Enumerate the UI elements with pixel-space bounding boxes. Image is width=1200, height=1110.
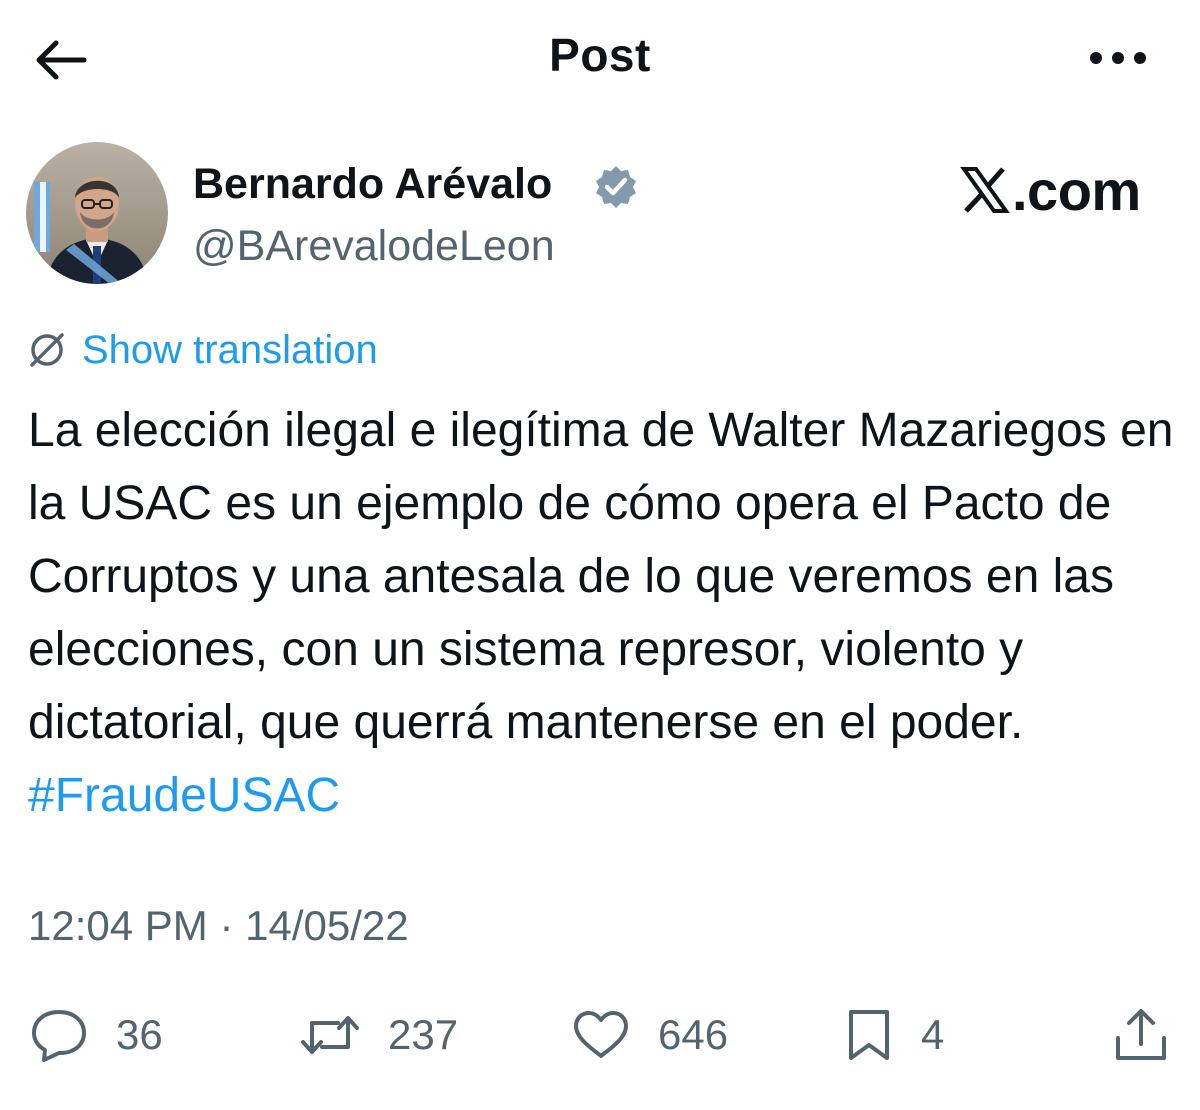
avatar-photo xyxy=(26,142,168,284)
show-translation-button[interactable]: Show translation xyxy=(26,326,378,374)
like-count: 646 xyxy=(658,1011,729,1058)
show-translation-label: Show translation xyxy=(82,327,378,372)
post-timestamp[interactable]: 12:04 PM · 14/05/22 xyxy=(28,902,409,950)
reply-count: 36 xyxy=(116,1011,163,1058)
reply-icon xyxy=(32,1010,86,1062)
more-horizontal-icon xyxy=(1090,52,1146,64)
back-button[interactable] xyxy=(30,32,90,88)
hashtag-link[interactable]: #FraudeUSAC xyxy=(28,769,340,822)
bookmark-icon xyxy=(849,1010,889,1060)
more-options-button[interactable] xyxy=(1085,36,1151,80)
bookmark-count: 4 xyxy=(921,1011,945,1058)
author-handle[interactable]: @BArevalodeLeon xyxy=(193,222,555,271)
globe-icon xyxy=(30,333,64,367)
like-button[interactable]: 646 xyxy=(572,995,728,1075)
avatar[interactable] xyxy=(26,142,168,284)
author-name[interactable]: Bernardo Arévalo xyxy=(193,160,552,209)
post-body: La elección ilegal e ilegítima de Walter… xyxy=(28,404,1174,749)
repost-count: 237 xyxy=(388,1011,459,1058)
repost-button[interactable]: 237 xyxy=(300,995,458,1075)
share-button[interactable] xyxy=(1113,995,1169,1075)
bookmark-button[interactable]: 4 xyxy=(845,995,944,1075)
share-icon xyxy=(1116,1009,1166,1060)
top-bar: Post xyxy=(0,0,1200,120)
repost-icon xyxy=(301,1016,359,1054)
arrow-left-icon xyxy=(36,40,87,80)
watermark-text: .com xyxy=(1012,159,1141,222)
reply-button[interactable]: 36 xyxy=(30,995,163,1075)
page-title: Post xyxy=(549,29,651,81)
action-bar: 36 237 646 4 xyxy=(0,995,1200,1075)
post-text: La elección ilegal e ilegítima de Walter… xyxy=(28,394,1178,832)
verified-badge-icon xyxy=(596,166,636,208)
x-logo-icon xyxy=(960,167,1010,213)
heart-icon xyxy=(574,1011,628,1058)
x-com-watermark: .com xyxy=(960,158,1141,223)
